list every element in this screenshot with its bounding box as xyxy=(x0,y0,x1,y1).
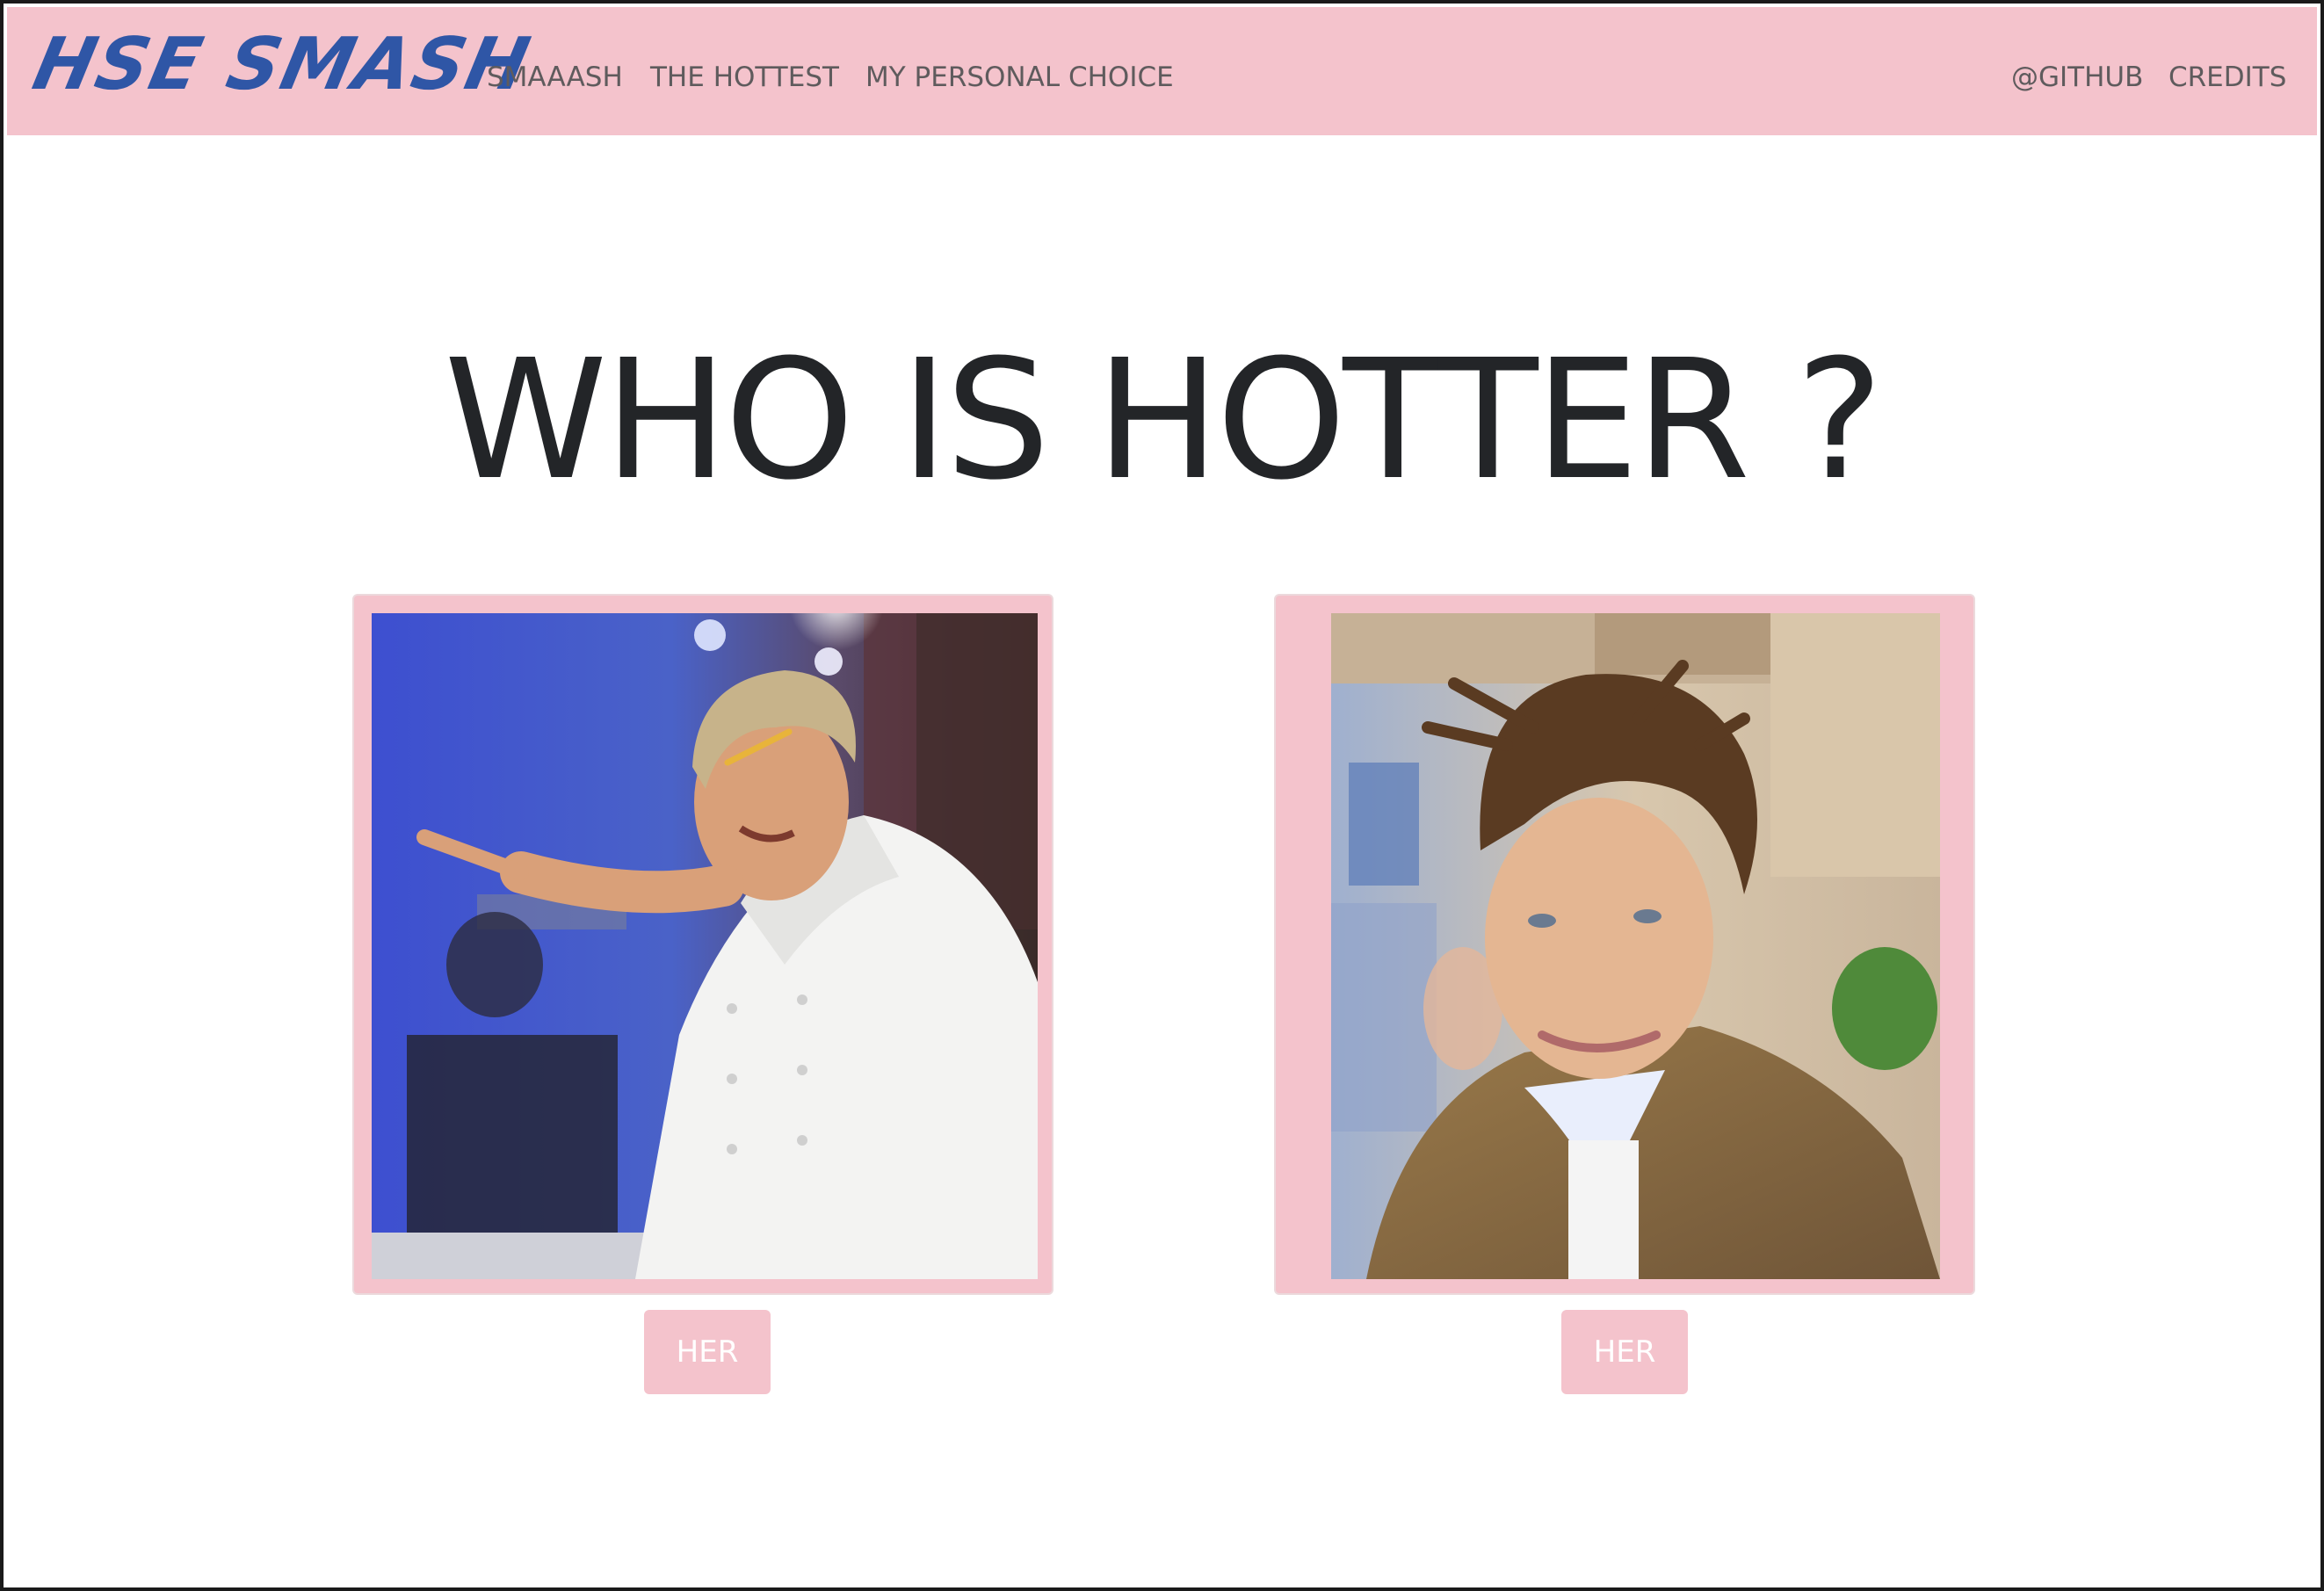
chef-portrait-image xyxy=(372,613,1038,1279)
nav-link-my-personal-choice[interactable]: MY PERSONAL CHOICE xyxy=(865,61,1174,93)
candidate-photo-right[interactable] xyxy=(1331,613,1940,1279)
candidate-photo-left[interactable] xyxy=(372,613,1038,1279)
choice-card-left[interactable] xyxy=(352,594,1053,1295)
page-title: WHO IS HOTTER ? xyxy=(444,324,1883,517)
navbar: HSE SMASH SMAAASH THE HOTTEST MY PERSONA… xyxy=(7,7,2317,135)
nav-link-smaaash[interactable]: SMAAASH xyxy=(487,61,623,93)
vote-left-button[interactable]: HER xyxy=(644,1310,771,1394)
chef-portrait-image xyxy=(1331,613,1940,1279)
brand-logo[interactable]: HSE SMASH xyxy=(26,23,538,106)
page-frame: HSE SMASH SMAAASH THE HOTTEST MY PERSONA… xyxy=(0,0,2324,1591)
choice-card-right[interactable] xyxy=(1274,594,1975,1295)
nav-link-the-hottest[interactable]: THE HOTTEST xyxy=(650,61,839,93)
vote-right-button[interactable]: HER xyxy=(1561,1310,1688,1394)
nav-link-credits[interactable]: CREDITS xyxy=(2168,61,2286,93)
nav-link-github[interactable]: @GITHUB xyxy=(2011,61,2143,93)
